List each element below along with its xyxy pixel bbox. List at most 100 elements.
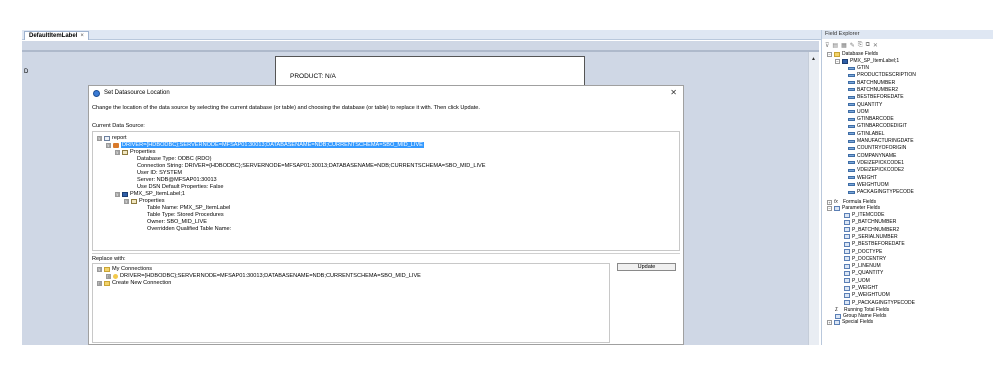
expand-icon[interactable]: ⊞: [97, 280, 102, 286]
edit-icon[interactable]: ✎: [850, 42, 855, 49]
database-field-item[interactable]: VDEIZEPICKCODE1: [848, 160, 904, 166]
database-field-item[interactable]: GTIN: [848, 65, 869, 71]
parameter-field-item[interactable]: P_BESTBEFOREDATE: [844, 241, 905, 247]
delete-icon[interactable]: ✕: [873, 42, 878, 49]
replace-with-tree[interactable]: ⊟ My Connections ⊞ DRIVER={HDBODBC};SERV…: [92, 263, 610, 343]
tree-node-table[interactable]: − PMX_SP_ItemLabel;1: [835, 58, 899, 64]
database-icon: [113, 142, 119, 148]
collapse-icon[interactable]: −: [827, 205, 832, 211]
tab-close-icon[interactable]: ×: [80, 32, 84, 40]
tab-defaultitemlabel[interactable]: DefaultItemLabel ×: [24, 31, 89, 40]
field-icon: [848, 73, 855, 77]
dialog-app-icon: [93, 89, 100, 97]
tree-node-database-fields[interactable]: − Database Fields: [827, 51, 878, 57]
tree-node-properties[interactable]: ⊟ Properties: [115, 149, 156, 155]
update-button[interactable]: Update: [617, 263, 676, 271]
parameter-icon: [844, 256, 850, 262]
database-field-item[interactable]: QUANTITY: [848, 102, 882, 108]
field-icon: [848, 146, 855, 150]
field-label: BATCHNUMBER: [857, 79, 896, 86]
parameter-label: P_PACKAGINGTYPECODE: [852, 299, 915, 306]
dialog-close-icon[interactable]: ✕: [670, 88, 677, 97]
property-database-type: Database Type: ODBC (RDO): [137, 156, 212, 162]
tree-node-replace-connection[interactable]: ⊞ DRIVER={HDBODBC};SERVERNODE=MFSAP01:30…: [106, 273, 421, 279]
properties-icon: [122, 149, 128, 155]
scroll-up-icon[interactable]: ▲: [811, 56, 816, 62]
tree-node-create-new-connection[interactable]: ⊞ Create New Connection: [97, 280, 171, 286]
database-field-item[interactable]: COUNTRYOFORIGIN: [848, 145, 906, 151]
section-marker: D: [24, 69, 29, 75]
tree-node-special-fields[interactable]: + Special Fields: [827, 319, 873, 325]
tree-node-connection[interactable]: ⊟ DRIVER={HDBODBC};SERVERNODE=MFSAP01:30…: [106, 142, 424, 148]
field-label: COUNTRYOFORIGIN: [857, 145, 907, 152]
insert-icon[interactable]: ▦: [841, 42, 847, 49]
database-field-item[interactable]: GTINBARCODEDIGIT: [848, 123, 907, 129]
parameter-field-item[interactable]: P_LINENUM: [844, 263, 881, 269]
collapse-icon[interactable]: ⊟: [115, 191, 120, 197]
database-field-item[interactable]: COMPANYNAME: [848, 153, 896, 159]
collapse-icon[interactable]: ⊟: [97, 135, 102, 141]
collapse-icon[interactable]: ⊟: [97, 266, 102, 272]
field-icon: [848, 154, 855, 158]
field-icon: [848, 66, 855, 70]
tree-node-label: Properties: [139, 198, 165, 204]
parameter-field-item[interactable]: P_UOM: [844, 278, 870, 284]
parameter-label: P_BESTBEFOREDATE: [852, 241, 905, 248]
parameter-field-item[interactable]: P_QUANTITY: [844, 270, 883, 276]
parameter-label: P_QUANTITY: [852, 270, 884, 277]
browse-icon[interactable]: ▤: [832, 42, 838, 49]
tree-node-label: Special Fields: [842, 319, 874, 325]
parameter-field-item[interactable]: P_ITEMCODE: [844, 212, 885, 218]
product-text-object[interactable]: PRODUCT: N/A: [290, 73, 336, 80]
field-label: QUANTITY: [857, 101, 883, 108]
collapse-icon[interactable]: ⊟: [115, 149, 120, 155]
filter-icon[interactable]: ⊽: [825, 42, 829, 49]
parameter-icon: [844, 278, 850, 284]
parameter-label: P_WEIGHTUOM: [852, 292, 890, 299]
copy-icon[interactable]: ⎘: [858, 42, 863, 49]
parameter-icon: [844, 285, 850, 291]
database-field-item[interactable]: WEIGHTUOM: [848, 182, 889, 188]
parameter-label: P_ITEMCODE: [852, 212, 885, 218]
field-label: COMPANYNAME: [857, 152, 897, 159]
database-field-item[interactable]: UOM: [848, 109, 869, 115]
parameter-field-item[interactable]: P_BATCHNUMBER2: [844, 227, 899, 233]
expand-icon[interactable]: ⊞: [106, 273, 111, 279]
database-fields-icon: [834, 51, 840, 57]
database-field-item[interactable]: PACKAGINGTYPECODE: [848, 189, 914, 195]
database-field-item[interactable]: WEIGHT: [848, 175, 877, 181]
collapse-icon[interactable]: −: [827, 51, 832, 57]
database-field-item[interactable]: GTINBARCODE: [848, 116, 894, 122]
parameter-field-item[interactable]: P_BATCHNUMBER: [844, 219, 896, 225]
collapse-icon[interactable]: ⊟: [106, 142, 111, 148]
tree-node-table[interactable]: ⊟ PMX_SP_ItemLabel;1: [115, 191, 185, 197]
parameter-field-item[interactable]: P_WEIGHTUOM: [844, 292, 890, 298]
tree-node-parameter-fields[interactable]: − Parameter Fields: [827, 205, 880, 211]
expand-icon[interactable]: +: [827, 199, 832, 205]
current-data-source-tree[interactable]: ⊟ report ⊟ DRIVER={HDBODBC};SERVERNODE=M…: [92, 131, 680, 251]
database-field-item[interactable]: PRODUCTDESCRIPTION: [848, 72, 916, 78]
database-field-item[interactable]: VDEIZEPICKCODE2: [848, 167, 904, 173]
tree-node-my-connections[interactable]: ⊟ My Connections: [97, 266, 152, 272]
tree-node-label: DRIVER={HDBODBC};SERVERNODE=MFSAP01:3001…: [120, 273, 421, 279]
tree-node-label: PMX_SP_ItemLabel;1: [130, 191, 186, 197]
rename-icon[interactable]: ⧉: [866, 42, 870, 49]
parameter-field-item[interactable]: P_DOCTYPE: [844, 249, 882, 255]
database-field-item[interactable]: GTINLABEL: [848, 131, 885, 137]
parameter-field-item[interactable]: P_DOCENTRY: [844, 256, 886, 262]
database-field-item[interactable]: MANUFACTURINGDATE: [848, 138, 914, 144]
parameter-field-item[interactable]: P_SERIALNUMBER: [844, 234, 898, 240]
tree-node-table-properties[interactable]: ⊟ Properties: [124, 198, 165, 204]
vertical-scrollbar[interactable]: ▲: [808, 52, 819, 345]
database-field-item[interactable]: BESTBEFOREDATE: [848, 94, 904, 100]
parameter-field-item[interactable]: P_PACKAGINGTYPECODE: [844, 300, 915, 306]
collapse-icon[interactable]: −: [835, 58, 840, 64]
collapse-icon[interactable]: ⊟: [124, 198, 129, 204]
parameter-icon: [844, 219, 850, 225]
database-field-item[interactable]: BATCHNUMBER: [848, 80, 895, 86]
expand-icon[interactable]: +: [827, 319, 832, 325]
dialog-title: Set Datasource Location: [104, 90, 170, 96]
parameter-field-item[interactable]: P_WEIGHT: [844, 285, 878, 291]
database-field-item[interactable]: BATCHNUMBER2: [848, 87, 898, 93]
tree-node-report[interactable]: ⊟ report: [97, 135, 127, 141]
